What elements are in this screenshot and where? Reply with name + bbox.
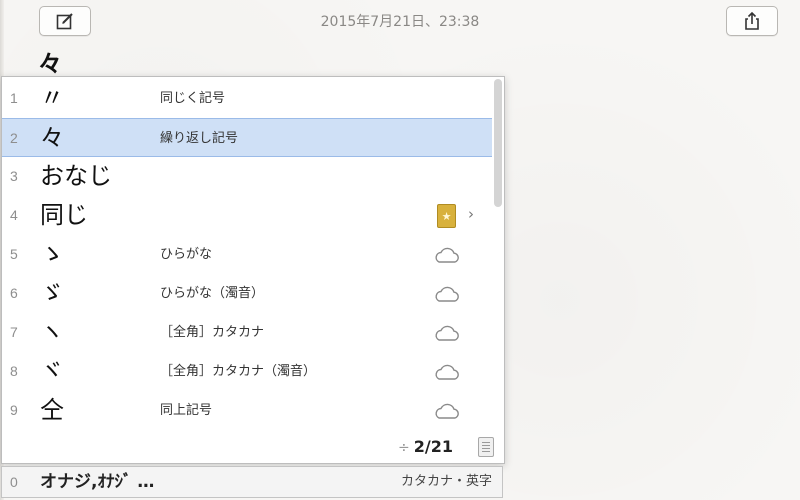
candidate-number: 9 [10,402,18,418]
candidate-annotation: ［全角］カタカナ（濁音） [160,364,317,379]
candidate-row[interactable]: 8 ヾ ［全角］カタカナ（濁音） [2,352,492,391]
candidate-number: 1 [10,90,18,106]
candidate-row[interactable]: 5 ゝ ひらがな [2,235,492,274]
candidate-word: ゝ [40,240,64,268]
candidate-row[interactable]: 7 ヽ ［全角］カタカナ [2,313,492,352]
page-arrows-icon[interactable]: ÷ [398,440,410,456]
dictionary-icon[interactable]: ★ [437,204,456,228]
input-row[interactable]: 0 オナジ,ｵﾅｼﾞ … カタカナ・英字 [1,466,503,498]
candidate-word: ヾ [40,357,64,385]
note-date: 2015年7月21日、23:38 [320,14,480,30]
document-text[interactable]: 々 [38,52,62,76]
candidate-annotation: 同じく記号 [160,91,226,106]
share-icon [745,11,759,30]
candidate-number: 3 [10,168,18,184]
candidate-word: 〃 [40,84,64,112]
cloud-icon [435,247,459,263]
candidate-number: 7 [10,324,18,340]
candidate-annotation: 同上記号 [160,403,213,418]
candidate-annotation: 繰り返し記号 [160,131,239,146]
candidate-window: 1 〃 同じく記号 2 々 繰り返し記号 3 おなじ 4 同じ ★ › 5 ゝ ひらがな 6 ゞ ひらがな（濁音）… [1,76,505,464]
candidate-number: 6 [10,285,18,301]
candidate-annotation: ひらがな [160,247,213,262]
candidate-word: 仝 [40,396,64,424]
candidate-row[interactable]: 2 々 繰り返し記号 [2,118,492,157]
cloud-icon [435,364,459,380]
candidate-row[interactable]: 6 ゞ ひらがな（濁音） [2,274,492,313]
cloud-icon [435,403,459,419]
candidate-number: 5 [10,246,18,262]
candidate-row[interactable]: 9 仝 同上記号 [2,391,492,430]
cloud-icon [435,286,459,302]
share-button[interactable] [726,6,778,36]
list-view-icon[interactable] [478,437,494,457]
page-indicator: ÷ 2/21 [398,437,453,456]
candidate-row[interactable]: 4 同じ ★ › [2,196,492,235]
candidate-word: 同じ [40,201,88,229]
cloud-icon [435,325,459,341]
candidate-row[interactable]: 1 〃 同じく記号 [2,79,492,118]
input-mode-label[interactable]: カタカナ・英字 [401,467,492,497]
input-row-number: 0 [10,474,18,490]
input-row-text: オナジ,ｵﾅｼﾞ … [40,472,155,492]
candidate-annotation: ひらがな（濁音） [160,286,265,301]
candidate-number: 8 [10,363,18,379]
candidate-word: ゞ [40,279,64,307]
chevron-right-icon[interactable]: › [468,196,474,233]
candidate-word: 々 [40,124,64,152]
candidate-row[interactable]: 3 おなじ [2,157,492,196]
candidate-number: 2 [10,130,18,146]
candidate-number: 4 [10,207,18,223]
candidate-annotation: ［全角］カタカナ [160,325,265,340]
candidate-word: おなじ [40,162,112,190]
candidate-word: ヽ [40,318,64,346]
page-value: 2/21 [413,437,453,456]
candidate-scrollbar[interactable] [494,79,502,207]
